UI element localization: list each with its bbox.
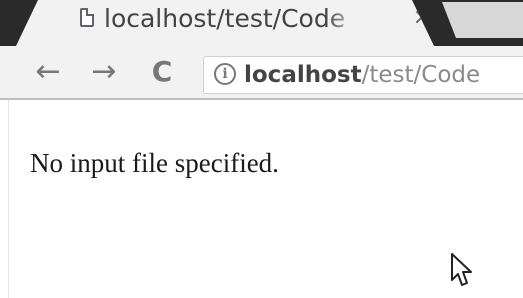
url-host: localhost [244,62,362,88]
active-tab[interactable]: localhost/test/Code × [16,0,434,46]
forward-button[interactable]: → [84,46,124,98]
url-path: /test/Code [361,62,481,88]
address-bar[interactable]: i localhost/test/Code [203,56,523,94]
back-button[interactable]: ← [28,46,68,98]
mouse-cursor-icon [451,253,472,286]
page-left-border [8,100,9,298]
toolbar: ← → C i localhost/test/Code [0,46,523,98]
url-text[interactable]: localhost/test/Code [244,57,480,93]
tab-title: localhost/test/Code [104,4,346,33]
close-icon[interactable]: × [410,4,434,32]
page-content: No input file specified. [0,100,523,298]
page-message: No input file specified. [30,148,279,178]
new-tab-button[interactable] [442,2,523,38]
reload-button[interactable]: C [142,46,182,98]
browser-window: localhost/test/Code × ← → C i localhost/… [0,0,523,298]
info-icon[interactable]: i [214,63,236,85]
file-icon [80,8,94,27]
tab-strip: localhost/test/Code × [0,0,523,46]
